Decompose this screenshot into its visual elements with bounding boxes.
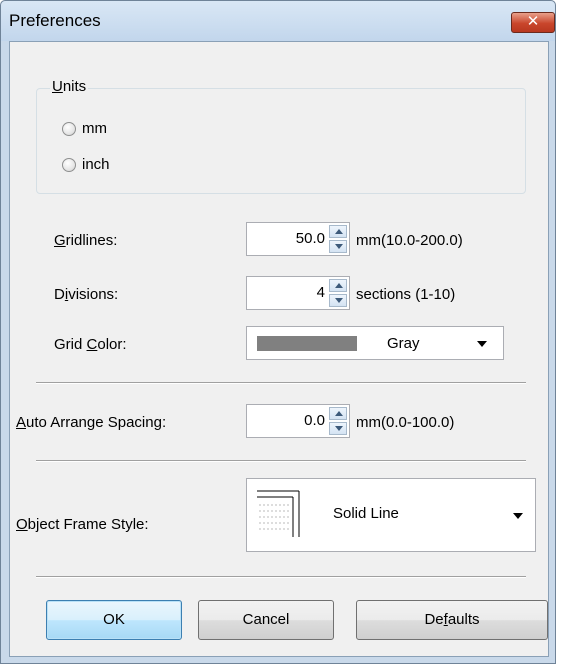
grid-color-dropdown[interactable]: Gray (246, 326, 504, 360)
auto-arrange-spinner[interactable] (329, 407, 347, 435)
defaults-button[interactable]: Defaults (356, 600, 548, 640)
gridlines-spin-field[interactable]: 50.0 (246, 222, 350, 256)
spin-down-icon[interactable] (329, 240, 347, 253)
radio-inch[interactable]: inch (62, 156, 110, 173)
object-frame-dropdown[interactable]: Solid Line (246, 478, 536, 552)
separator (36, 576, 526, 578)
gridlines-unit: mm(10.0-200.0) (356, 232, 463, 249)
auto-arrange-unit: mm(0.0-100.0) (356, 414, 455, 431)
chevron-down-icon[interactable] (477, 341, 487, 347)
divisions-spinner[interactable] (329, 279, 347, 307)
dialog-client-area: Units mm inch Gridlines: 50.0 mm(10.0-20… (9, 41, 549, 657)
spin-up-icon[interactable] (329, 279, 347, 292)
radio-circle-icon[interactable] (62, 121, 76, 136)
cancel-button[interactable]: Cancel (198, 600, 334, 640)
ok-button[interactable]: OK (46, 600, 182, 640)
frame-style-preview-icon (255, 485, 319, 539)
divisions-value[interactable]: 4 (317, 277, 325, 309)
auto-arrange-label: Auto Arrange Spacing: (16, 414, 167, 431)
close-button[interactable]: ✕ (511, 12, 555, 33)
auto-arrange-spin-field[interactable]: 0.0 (246, 404, 350, 438)
spin-up-icon[interactable] (329, 407, 347, 420)
window-title: Preferences (9, 11, 101, 30)
radio-mm[interactable]: mm (62, 120, 107, 137)
title-bar[interactable]: Preferences ✕ (1, 1, 555, 41)
grid-color-label: Grid Color: (54, 336, 127, 353)
divisions-unit: sections (1-10) (356, 286, 456, 303)
object-frame-value: Solid Line (333, 505, 399, 522)
spin-up-icon[interactable] (329, 225, 347, 238)
separator (36, 382, 526, 384)
radio-inch-label: inch (82, 156, 110, 173)
units-groupbox (36, 88, 526, 194)
gridlines-spinner[interactable] (329, 225, 347, 253)
object-frame-label: Object Frame Style: (16, 516, 149, 533)
gridlines-label: Gridlines: (54, 232, 118, 249)
preferences-dialog: Preferences ✕ Units mm inch Gridlines: 5… (0, 0, 556, 664)
radio-mm-label: mm (82, 120, 107, 137)
divisions-label: Divisions: (54, 286, 119, 303)
close-icon: ✕ (526, 13, 540, 30)
separator (36, 460, 526, 462)
chevron-down-icon[interactable] (513, 513, 523, 519)
units-group-label: Units (50, 78, 89, 95)
gridlines-value[interactable]: 50.0 (296, 223, 325, 255)
auto-arrange-value[interactable]: 0.0 (304, 405, 325, 437)
radio-circle-icon[interactable] (62, 157, 76, 172)
grid-color-swatch (257, 336, 357, 351)
spin-down-icon[interactable] (329, 422, 347, 435)
grid-color-value: Gray (387, 335, 420, 352)
divisions-spin-field[interactable]: 4 (246, 276, 350, 310)
spin-down-icon[interactable] (329, 294, 347, 307)
